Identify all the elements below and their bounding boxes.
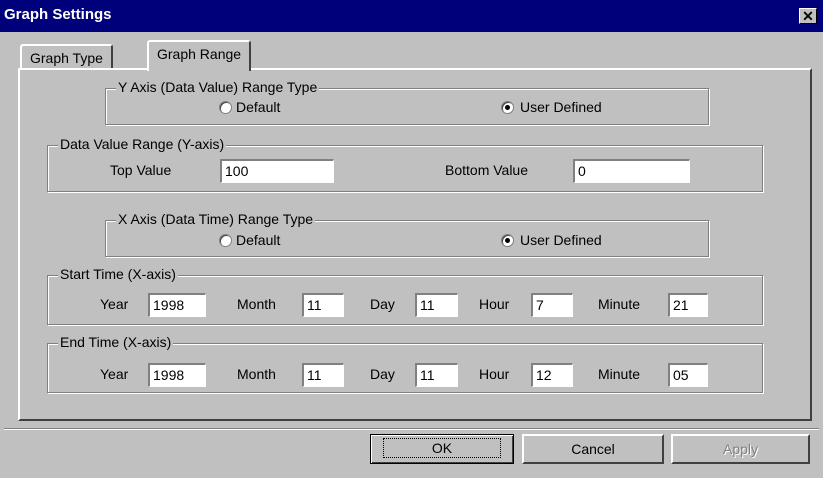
y-user-defined-label[interactable]: User Defined [520, 99, 602, 115]
top-value-label: Top Value [110, 162, 172, 178]
x-range-type-group: X Axis (Data Time) Range Type [105, 211, 709, 257]
close-icon[interactable]: ✕ [799, 8, 817, 24]
divider [4, 428, 819, 430]
x-user-defined-label[interactable]: User Defined [520, 232, 602, 248]
window-title: Graph Settings [4, 6, 112, 23]
y-user-defined-radio[interactable] [501, 101, 514, 114]
end-day-input[interactable]: 11 [415, 363, 458, 387]
y-range-type-legend: Y Axis (Data Value) Range Type [116, 79, 320, 95]
data-value-range-legend: Data Value Range (Y-axis) [58, 136, 227, 152]
start-hour-input[interactable]: 7 [531, 293, 573, 317]
end-year-input[interactable]: 1998 [148, 363, 206, 387]
x-default-radio[interactable] [219, 234, 232, 247]
x-user-defined-radio[interactable] [501, 234, 514, 247]
ok-button[interactable]: OK [370, 434, 514, 464]
end-month-input[interactable]: 11 [302, 363, 344, 387]
start-minute-label: Minute [598, 296, 641, 312]
start-month-input[interactable]: 11 [302, 293, 344, 317]
title-bar: Graph Settings ✕ [0, 0, 823, 32]
start-year-input[interactable]: 1998 [148, 293, 206, 317]
apply-button[interactable]: Apply [671, 434, 810, 464]
start-hour-label: Hour [479, 296, 510, 312]
bottom-value-label: Bottom Value [445, 162, 529, 178]
end-year-label: Year [100, 366, 129, 382]
end-minute-label: Minute [598, 366, 641, 382]
y-default-label[interactable]: Default [236, 99, 280, 115]
ok-button-label: OK [382, 438, 502, 458]
start-year-label: Year [100, 296, 129, 312]
bottom-value-input[interactable]: 0 [573, 159, 690, 183]
start-month-label: Month [237, 296, 276, 312]
top-value-input[interactable]: 100 [220, 159, 334, 183]
end-time-legend: End Time (X-axis) [58, 334, 174, 350]
start-time-legend: Start Time (X-axis) [58, 266, 178, 282]
x-default-label[interactable]: Default [236, 232, 280, 248]
cancel-button[interactable]: Cancel [522, 434, 664, 464]
end-minute-input[interactable]: 05 [668, 363, 708, 387]
y-range-type-group: Y Axis (Data Value) Range Type [105, 79, 709, 125]
end-day-label: Day [370, 366, 395, 382]
end-month-label: Month [237, 366, 276, 382]
end-hour-label: Hour [479, 366, 510, 382]
start-day-label: Day [370, 296, 395, 312]
end-hour-input[interactable]: 12 [531, 363, 573, 387]
y-default-radio[interactable] [219, 101, 232, 114]
start-day-input[interactable]: 11 [415, 293, 458, 317]
start-minute-input[interactable]: 21 [668, 293, 708, 317]
tab-graph-range[interactable]: Graph Range [147, 40, 252, 71]
tab-graph-type[interactable]: Graph Type [20, 44, 113, 68]
x-range-type-legend: X Axis (Data Time) Range Type [116, 211, 316, 227]
